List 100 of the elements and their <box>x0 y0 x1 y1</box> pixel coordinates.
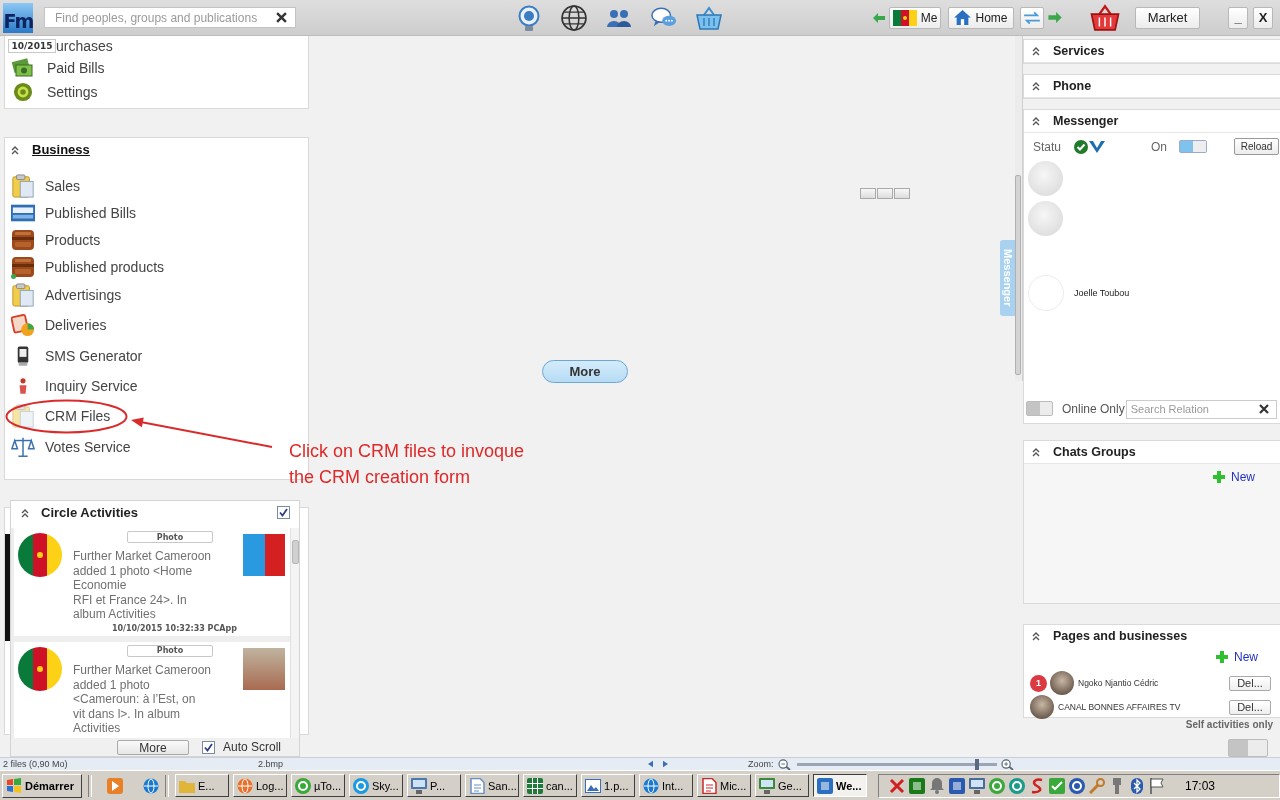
double-chevron-icon[interactable] <box>1032 46 1040 56</box>
globe-icon[interactable] <box>561 4 587 31</box>
monitor-icon[interactable] <box>969 777 985 794</box>
panel-title[interactable]: Pages and businesses <box>1053 628 1188 643</box>
toggle-switch[interactable] <box>1228 739 1268 757</box>
checkbox-label[interactable]: Auto Scroll <box>223 740 282 754</box>
page-name[interactable]: CANAL BONNES AFFAIRES TV <box>1058 702 1181 712</box>
double-chevron-icon[interactable] <box>1032 630 1040 641</box>
new-link[interactable]: New <box>1216 650 1258 664</box>
segment-button[interactable] <box>860 188 876 199</box>
zoom-in-icon[interactable] <box>1000 758 1014 770</box>
new-link[interactable]: New <box>1213 470 1255 484</box>
triangle-left-icon[interactable] <box>648 760 653 768</box>
square-icon[interactable] <box>909 777 925 794</box>
check-square-icon[interactable] <box>1049 777 1065 794</box>
photo-placeholder[interactable] <box>243 647 285 690</box>
slider-thumb[interactable] <box>974 758 979 770</box>
clear-icon[interactable] <box>276 12 287 23</box>
flag-icon[interactable] <box>1149 777 1165 794</box>
scrollbar-thumb[interactable] <box>1015 175 1021 375</box>
segment-button[interactable] <box>877 188 893 199</box>
panel-title[interactable]: Phone <box>1053 79 1092 93</box>
reload-button[interactable]: Reload <box>1234 138 1280 155</box>
menu-item[interactable]: urchases <box>56 38 113 54</box>
triangle-right-icon[interactable] <box>663 760 668 768</box>
panel-title[interactable]: Circle Activities <box>41 505 139 520</box>
double-chevron-icon[interactable] <box>21 507 29 518</box>
delete-button[interactable]: Del... <box>1229 675 1271 691</box>
menu-item[interactable]: CRM Files <box>45 408 111 425</box>
taskbar-button[interactable]: We... <box>813 774 867 797</box>
menu-item[interactable]: Inquiry Service <box>45 378 138 395</box>
taskbar-button[interactable]: San... <box>465 774 519 797</box>
check-mark-icon[interactable] <box>1089 139 1106 154</box>
double-chevron-icon[interactable] <box>1032 447 1040 457</box>
toggle-switch[interactable] <box>1026 401 1053 416</box>
delete-button[interactable]: Del... <box>1229 699 1271 715</box>
menu-item[interactable]: Advertisings <box>45 287 122 304</box>
panel-title[interactable]: Services <box>1053 44 1105 58</box>
scrollbar[interactable] <box>290 528 299 738</box>
play-icon[interactable] <box>107 777 123 794</box>
menu-item[interactable]: Sales <box>45 177 81 194</box>
menu-item[interactable]: Published products <box>45 258 165 275</box>
market-button[interactable]: Market <box>1135 6 1200 29</box>
disc-icon[interactable] <box>989 777 1005 794</box>
taskbar-button[interactable]: 1.p... <box>581 774 635 797</box>
home-button[interactable]: Home <box>948 6 1014 29</box>
panel-title[interactable]: Messenger <box>1053 114 1119 128</box>
taskbar-button[interactable]: can... <box>523 774 577 797</box>
search-field[interactable]: Find peoples, groups and publications <box>44 7 296 28</box>
taskbar-button[interactable]: Sky... <box>349 774 403 797</box>
clear-icon[interactable] <box>1258 403 1269 414</box>
scrollbar-thumb[interactable] <box>292 540 299 564</box>
more-button[interactable]: More <box>117 739 189 755</box>
toggle-switch[interactable] <box>1179 140 1208 153</box>
taskbar-button[interactable]: E... <box>175 774 229 797</box>
double-chevron-icon[interactable] <box>1032 81 1040 91</box>
double-chevron-icon[interactable] <box>1032 116 1040 126</box>
menu-item[interactable]: Published Bills <box>45 204 137 221</box>
taskbar-button[interactable]: P... <box>407 774 461 797</box>
basket-icon[interactable] <box>1090 4 1120 31</box>
disc-icon[interactable] <box>1009 777 1025 794</box>
menu-item[interactable]: Settings <box>47 84 98 100</box>
menu-item[interactable]: SMS Generator <box>45 347 143 364</box>
taskbar-button[interactable]: Int... <box>639 774 693 797</box>
more-button[interactable]: More <box>542 360 628 383</box>
curve-icon[interactable] <box>1029 777 1045 794</box>
avatar-placeholder[interactable] <box>1030 695 1054 719</box>
arrow-left-icon[interactable] <box>873 12 885 23</box>
page-name[interactable]: Ngoko Njantio Cédric <box>1078 678 1159 688</box>
taskbar-button[interactable]: Mic... <box>697 774 751 797</box>
taskbar-button[interactable]: µTo... <box>291 774 345 797</box>
start-button[interactable]: Démarrer <box>2 773 82 798</box>
panel-title[interactable]: Chats Groups <box>1053 445 1136 459</box>
segment-button[interactable] <box>894 188 910 199</box>
cross-icon[interactable] <box>889 777 905 794</box>
close-button[interactable]: X <box>1253 6 1273 29</box>
section-title[interactable]: Business <box>32 142 90 157</box>
double-chevron-icon[interactable] <box>11 144 19 155</box>
menu-item[interactable]: Products <box>45 231 101 248</box>
menu-item[interactable]: Deliveries <box>45 317 107 334</box>
bell-icon[interactable] <box>929 777 945 794</box>
search-field[interactable]: Search Relation <box>1125 399 1277 419</box>
taskbar-button[interactable]: Ge... <box>755 774 809 797</box>
minimize-button[interactable]: _ <box>1228 6 1248 29</box>
app-logo[interactable]: Fm <box>3 2 33 33</box>
me-button[interactable]: Me <box>889 6 941 29</box>
checkbox[interactable] <box>202 740 215 754</box>
bluetooth-icon[interactable] <box>1129 777 1145 794</box>
arrow-right-icon[interactable] <box>1048 12 1062 23</box>
menu-item[interactable]: Votes Service <box>45 438 131 455</box>
bulb-icon[interactable] <box>516 4 542 31</box>
contact-name[interactable]: Joelle Toubou <box>1074 288 1130 298</box>
avatar-placeholder[interactable] <box>1050 671 1074 695</box>
swap-button[interactable] <box>1020 6 1044 29</box>
taskbar-button[interactable]: Log... <box>233 774 287 797</box>
checkbox[interactable] <box>277 506 290 519</box>
check-circle-icon[interactable] <box>1074 139 1089 154</box>
zoom-out-icon[interactable] <box>777 758 791 770</box>
menu-item[interactable]: Paid Bills <box>47 60 105 76</box>
square-icon[interactable] <box>949 777 965 794</box>
